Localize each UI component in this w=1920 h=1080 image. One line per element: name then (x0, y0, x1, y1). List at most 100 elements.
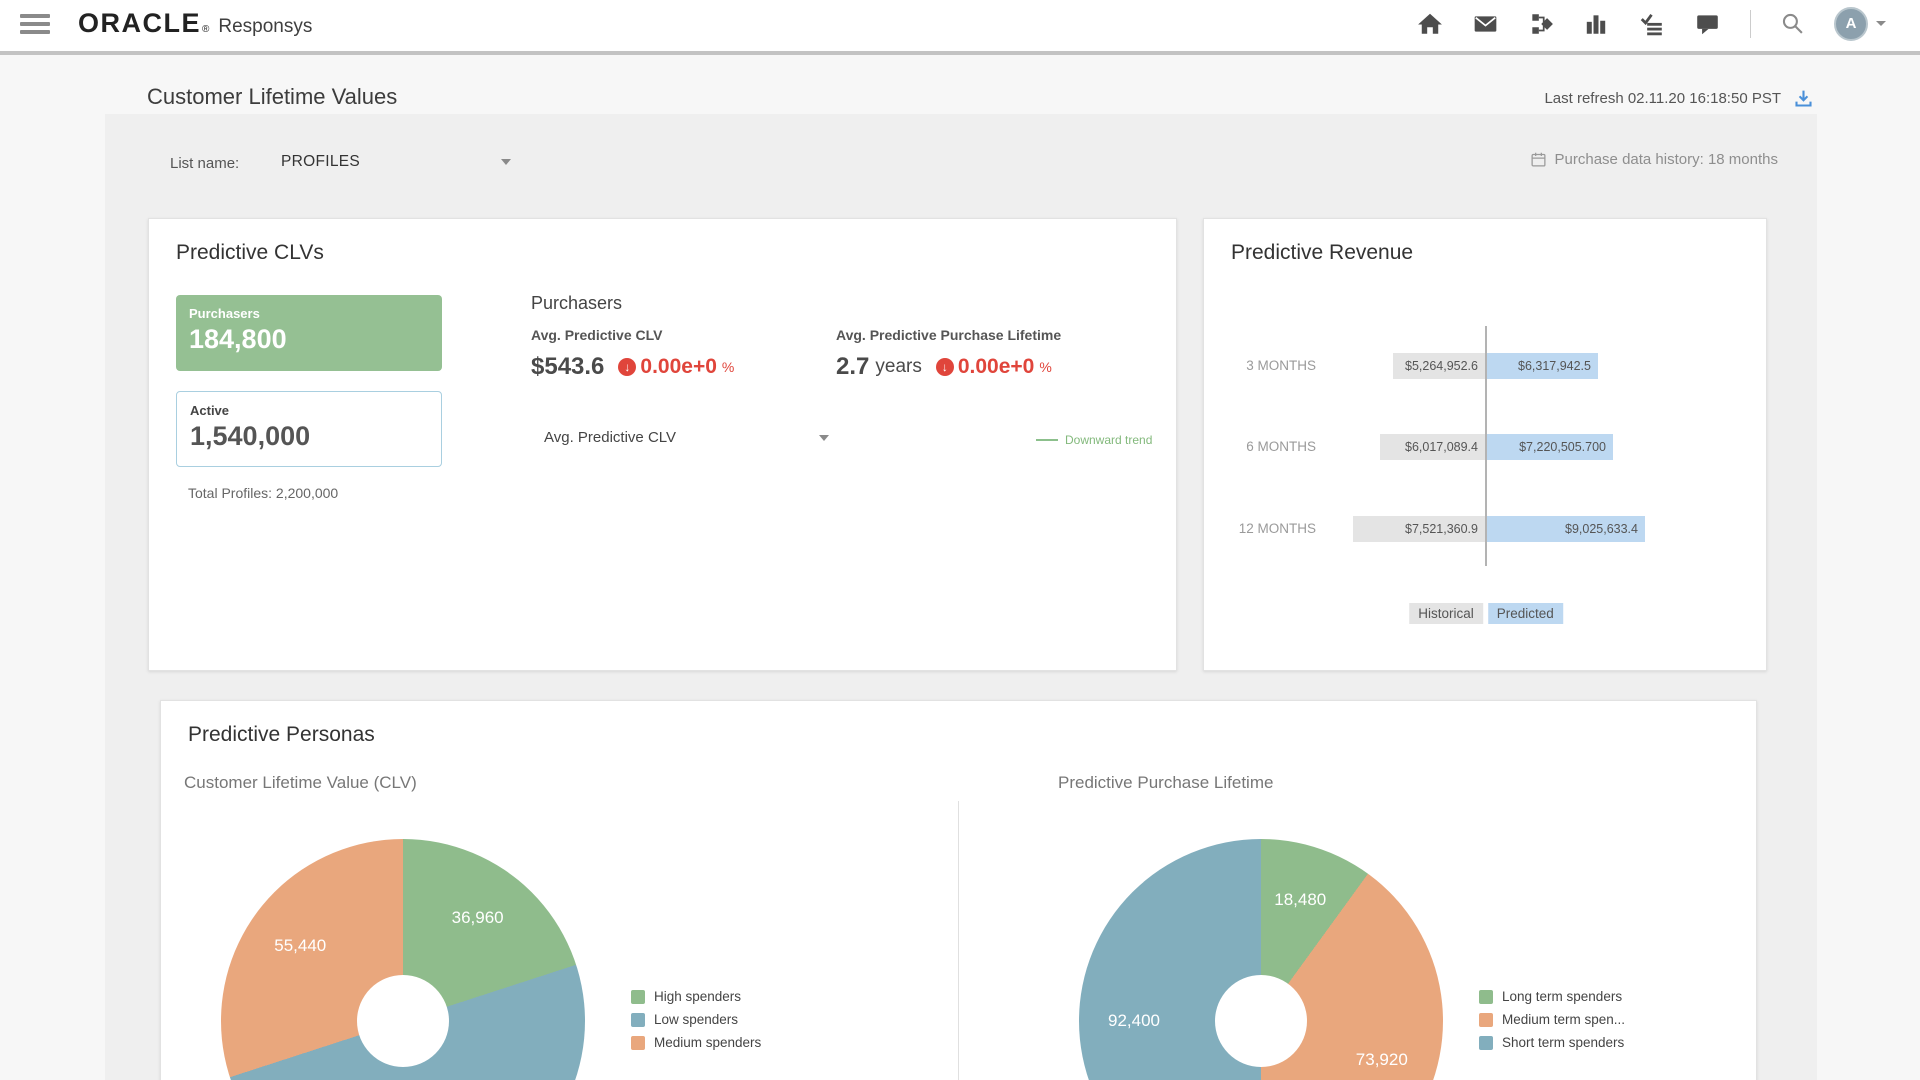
legend-label: High spenders (654, 989, 741, 1004)
lifetime-donut-chart: 18,480 73,920 92,400 (1079, 839, 1443, 1080)
predicted-bar-value: $6,317,942.5 (1518, 359, 1591, 373)
navbar-icons: A (1417, 7, 1886, 41)
historical-bar-value: $7,521,360.9 (1405, 522, 1478, 536)
trend-legend: Downward trend (1036, 433, 1152, 447)
pie-value-label: 73,920 (1356, 1050, 1408, 1070)
stat-value: 1,540,000 (190, 421, 428, 452)
downward-delta-icon: ↓ (618, 358, 636, 376)
list-name-value: PROFILES (281, 153, 360, 171)
feedback-icon[interactable] (1694, 11, 1721, 37)
search-icon[interactable] (1780, 11, 1805, 36)
metric-label: Avg. Predictive CLV (531, 327, 734, 343)
predictive-clvs-title: Predictive CLVs (176, 241, 324, 265)
revenue-axis (1485, 326, 1487, 566)
legend-item[interactable]: Long term spenders (1479, 989, 1625, 1004)
chart-divider (958, 801, 959, 1080)
last-refresh-area: Last refresh 02.11.20 16:18:50 PST (1544, 88, 1814, 109)
legend-swatch (1479, 1036, 1493, 1050)
historical-bar: $6,017,089.4 (1380, 434, 1485, 460)
stat-value: 184,800 (189, 324, 429, 355)
brand-name: ORACLE (78, 8, 201, 39)
revenue-period-label: 6 MONTHS (1204, 434, 1316, 460)
trend-line-icon (1036, 439, 1058, 441)
calendar-icon (1530, 151, 1547, 168)
download-icon[interactable] (1793, 88, 1814, 109)
list-name-select[interactable]: PROFILES (281, 153, 511, 171)
downward-delta-icon: ↓ (936, 358, 954, 376)
legend-historical[interactable]: Historical (1409, 603, 1483, 624)
lifetime-chart-legend: Long term spenders Medium term spen... Sho… (1479, 989, 1625, 1050)
purchase-history-text: Purchase data history: 18 months (1555, 151, 1778, 168)
clv-chart-title: Customer Lifetime Value (CLV) (184, 773, 417, 793)
purchasers-stat-box: Purchasers 184,800 (176, 295, 442, 371)
legend-item[interactable]: High spenders (631, 989, 761, 1004)
page-title: Customer Lifetime Values (147, 84, 397, 110)
lifetime-chart-title: Predictive Purchase Lifetime (1058, 773, 1273, 793)
metric-label: Avg. Predictive Purchase Lifetime (836, 327, 1061, 343)
legend-item[interactable]: Medium spenders (631, 1035, 761, 1050)
top-navbar: ORACLE ® Responsys (0, 0, 1920, 55)
legend-item[interactable]: Short term spenders (1479, 1035, 1625, 1050)
legend-label: Short term spenders (1502, 1035, 1624, 1050)
metric-value: 2.7 (836, 353, 869, 381)
legend-label: Medium spenders (654, 1035, 761, 1050)
metric-delta: 0.00e+0 (640, 355, 717, 379)
predicted-bar-value: $7,220,505.700 (1519, 440, 1606, 454)
legend-item[interactable]: Medium term spen... (1479, 1012, 1625, 1027)
avg-purchase-lifetime-metric: Avg. Predictive Purchase Lifetime 2.7 ye… (836, 327, 1061, 381)
metric-value-suffix: years (875, 356, 921, 378)
tasks-icon[interactable] (1638, 11, 1665, 37)
historical-bar-value: $6,017,089.4 (1405, 440, 1478, 454)
legend-swatch (631, 990, 645, 1004)
legend-predicted[interactable]: Predicted (1488, 603, 1563, 624)
metric-select-value: Avg. Predictive CLV (544, 429, 676, 446)
revenue-period-label: 12 MONTHS (1204, 516, 1316, 542)
legend-swatch (1479, 1013, 1493, 1027)
purchasers-section-title: Purchasers (531, 293, 622, 314)
predictive-personas-card: Predictive Personas Customer Lifetime Va… (160, 700, 1757, 1080)
mail-icon[interactable] (1472, 11, 1499, 37)
predictive-personas-title: Predictive Personas (188, 723, 375, 747)
avg-predictive-clv-metric: Avg. Predictive CLV $543.6 ↓ 0.00e+0 % (531, 327, 734, 381)
trend-legend-text: Downward trend (1065, 433, 1152, 447)
chevron-down-icon (1876, 21, 1886, 26)
oracle-logo: ORACLE ® Responsys (78, 8, 312, 39)
clv-chart-legend: High spenders Low spenders Medium spenders (631, 989, 761, 1050)
pie-value-label: 92,400 (1108, 1011, 1160, 1031)
predicted-bar: $6,317,942.5 (1487, 353, 1598, 379)
active-stat-box: Active 1,540,000 (176, 391, 442, 467)
legend-label: Medium term spen... (1502, 1012, 1625, 1027)
chevron-down-icon (819, 435, 829, 441)
avatar[interactable]: A (1834, 7, 1868, 41)
purchase-history: Purchase data history: 18 months (1530, 151, 1778, 168)
registered-mark: ® (202, 24, 209, 35)
legend-item[interactable]: Low spenders (631, 1012, 761, 1027)
chevron-down-icon (501, 159, 511, 165)
pie-value-label: 55,440 (274, 936, 326, 956)
predicted-bar: $7,220,505.700 (1487, 434, 1613, 460)
last-refresh-text: Last refresh 02.11.20 16:18:50 PST (1544, 90, 1781, 107)
list-name-label: List name: (170, 155, 239, 172)
program-icon[interactable] (1528, 11, 1554, 37)
metric-delta: 0.00e+0 (958, 355, 1035, 379)
revenue-legend: Historical Predicted (1409, 603, 1563, 624)
analytics-icon[interactable] (1583, 11, 1609, 37)
metric-value: $543.6 (531, 353, 604, 381)
menu-icon[interactable] (20, 14, 50, 34)
stat-label: Active (190, 403, 428, 418)
predictive-revenue-card: Predictive Revenue 3 MONTHS$5,264,952.6$… (1203, 218, 1767, 671)
user-menu[interactable]: A (1834, 7, 1886, 41)
stat-label: Purchasers (189, 306, 429, 321)
legend-label: Long term spenders (1502, 989, 1622, 1004)
predicted-bar: $9,025,633.4 (1487, 516, 1645, 542)
page: ORACLE ® Responsys (0, 0, 1920, 1080)
clv-donut-chart: 36,96092,40055,440 (221, 839, 585, 1080)
metric-select[interactable]: Avg. Predictive CLV (544, 429, 829, 446)
historical-bar: $5,264,952.6 (1393, 353, 1485, 379)
product-name: Responsys (218, 16, 312, 38)
historical-bar: $7,521,360.9 (1353, 516, 1485, 542)
home-icon[interactable] (1417, 11, 1443, 37)
pie-value-label: 18,480 (1274, 890, 1326, 910)
metric-delta-unit: % (1039, 359, 1051, 375)
legend-swatch (631, 1013, 645, 1027)
